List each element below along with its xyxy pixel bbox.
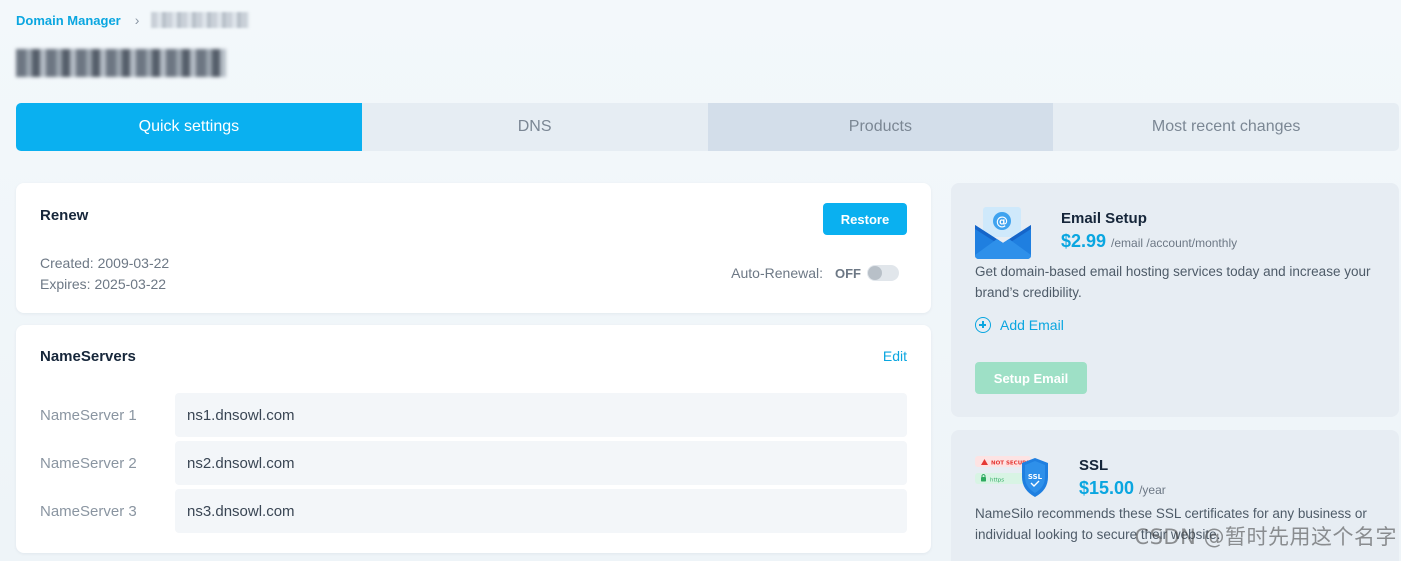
nameservers-title: NameServers <box>40 348 136 365</box>
ssl-title: SSL <box>1079 457 1109 474</box>
nameserver-label: NameServer 3 <box>40 502 137 520</box>
add-email-link[interactable]: Add Email <box>975 317 1064 333</box>
auto-renewal-control: Auto-Renewal: OFF <box>731 265 899 281</box>
tab-dns[interactable]: DNS <box>361 103 708 151</box>
nameservers-edit-link[interactable]: Edit <box>883 348 907 364</box>
email-price-amount: $2.99 <box>1061 231 1107 251</box>
nameserver-row: NameServer 2 ns2.dnsowl.com <box>40 441 907 485</box>
nameserver-label: NameServer 1 <box>40 406 137 424</box>
tab-quick-settings[interactable]: Quick settings <box>16 103 362 151</box>
breadcrumb-chevron-right-icon: › <box>134 12 140 28</box>
domain-dates: Created: 2009-03-22 Expires: 2025-03-22 <box>40 253 169 295</box>
email-setup-card: @ Email Setup $2.99 /email /account/mont… <box>951 183 1399 417</box>
plus-circle-icon <box>975 317 991 333</box>
nameserver-2-field[interactable]: ns2.dnsowl.com <box>175 441 907 485</box>
setup-email-button[interactable]: Setup Email <box>975 362 1087 394</box>
nameserver-row: NameServer 3 ns3.dnsowl.com <box>40 489 907 533</box>
ssl-price: $15.00 /year <box>1079 478 1166 499</box>
created-date: Created: 2009-03-22 <box>40 255 170 271</box>
ssl-shield-text: SSL <box>1028 473 1043 481</box>
ssl-price-amount: $15.00 <box>1079 478 1135 498</box>
auto-renewal-label: Auto-Renewal: <box>731 265 823 281</box>
restore-button[interactable]: Restore <box>823 203 907 235</box>
nameserver-3-field[interactable]: ns3.dnsowl.com <box>175 489 907 533</box>
add-email-label: Add Email <box>1000 317 1064 333</box>
email-envelope-icon: @ <box>975 207 1031 259</box>
email-price: $2.99 /email /account/monthly <box>1061 231 1237 252</box>
breadcrumb-domain-manager-link[interactable]: Domain Manager <box>16 13 121 28</box>
email-at-glyph: @ <box>996 215 1008 229</box>
watermark: CSDN @暂时先用这个名字 <box>1134 525 1397 549</box>
renew-title: Renew <box>40 207 89 224</box>
email-setup-title: Email Setup <box>1061 210 1147 227</box>
https-badge-text: https <box>990 478 1004 484</box>
expires-date: Expires: 2025-03-22 <box>40 276 167 292</box>
nameservers-card: NameServers Edit NameServer 1 ns1.dnsowl… <box>16 325 931 553</box>
auto-renewal-state: OFF <box>835 265 861 281</box>
auto-renewal-toggle[interactable] <box>867 265 899 281</box>
nameserver-label: NameServer 2 <box>40 454 137 472</box>
email-description: Get domain-based email hosting services … <box>975 264 1371 300</box>
nameserver-row: NameServer 1 ns1.dnsowl.com <box>40 393 907 437</box>
breadcrumb-redacted-domain <box>151 12 250 28</box>
page-title-redacted <box>16 49 226 77</box>
renew-card: Renew Created: 2009-03-22 Expires: 2025-… <box>16 183 931 313</box>
tab-most-recent-changes[interactable]: Most recent changes <box>1053 103 1399 151</box>
email-price-unit: /email /account/monthly <box>1111 236 1238 250</box>
toggle-knob <box>868 266 882 280</box>
breadcrumb: Domain Manager › <box>16 12 250 28</box>
tab-bar: Quick settings DNS Products Most recent … <box>16 103 1399 151</box>
ssl-certificate-icon: NOT SECURE https SSL <box>975 456 1048 497</box>
ssl-price-unit: /year <box>1139 483 1166 497</box>
nameserver-1-field[interactable]: ns1.dnsowl.com <box>175 393 907 437</box>
tab-products[interactable]: Products <box>707 103 1054 151</box>
